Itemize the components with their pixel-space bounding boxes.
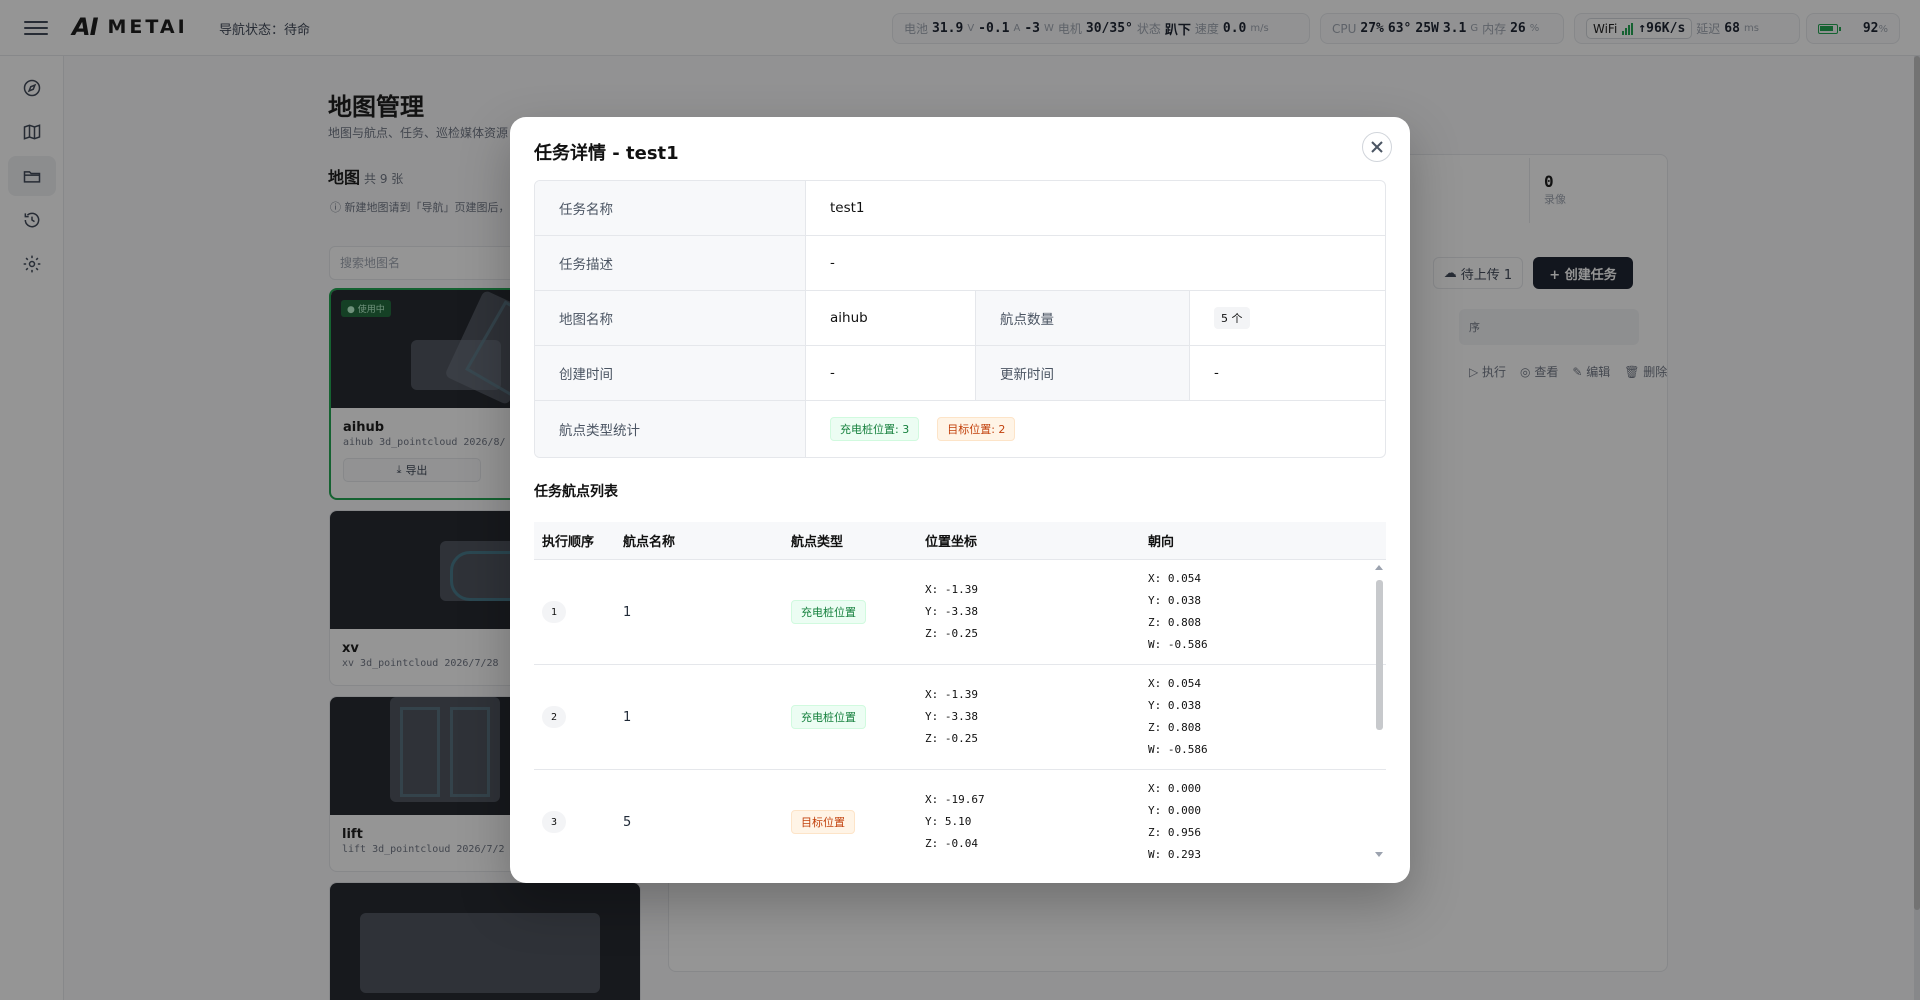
info-row: 任务描述 - — [535, 236, 1385, 291]
task-detail-modal: 任务详情 - test1 任务名称 test1 任务描述 - 地图名称 aihu… — [510, 117, 1410, 883]
position-coords: X: -1.39 Y: -3.38 Z: -0.25 — [925, 579, 1148, 645]
created-value: - — [805, 346, 975, 400]
waypoint-row: 2 1 充电桩位置 X: -1.39 Y: -3.38 Z: -0.25 X: … — [534, 665, 1386, 770]
waypoint-list-title: 任务航点列表 — [534, 484, 618, 500]
scroll-down-icon[interactable] — [1375, 852, 1383, 857]
ori-z: Z: 0.808 — [1148, 721, 1201, 734]
pos-y: Y: 5.10 — [925, 815, 972, 828]
task-name-value: test1 — [805, 181, 1385, 235]
col-position: 位置坐标 — [925, 535, 978, 550]
waypoint-name: 1 — [623, 604, 632, 620]
task-desc-value: - — [805, 236, 1385, 290]
waypoint-count-label: 航点数量 — [975, 291, 1189, 345]
ori-w: W: -0.586 — [1148, 743, 1208, 756]
orientation-values: X: 0.054 Y: 0.038 Z: 0.808 W: -0.586 — [1148, 673, 1368, 761]
close-button[interactable] — [1362, 132, 1392, 162]
map-name-value: aihub — [805, 291, 975, 345]
ori-x: X: 0.000 — [1148, 782, 1201, 795]
table-scrollbar[interactable] — [1374, 562, 1384, 860]
order-badge: 1 — [542, 601, 566, 623]
task-desc-label: 任务描述 — [535, 236, 805, 290]
waypoint-count-badge: 5 个 — [1214, 307, 1250, 329]
ori-y: Y: 0.038 — [1148, 699, 1201, 712]
updated-label: 更新时间 — [975, 346, 1189, 400]
pos-x: X: -19.67 — [925, 793, 985, 806]
ori-z: Z: 0.808 — [1148, 616, 1201, 629]
col-orientation: 朝向 — [1148, 535, 1175, 550]
ori-y: Y: 0.000 — [1148, 804, 1201, 817]
table-scrollbar-thumb[interactable] — [1376, 580, 1383, 730]
target-count-tag: 目标位置: 2 — [937, 417, 1016, 441]
pos-z: Z: -0.04 — [925, 837, 978, 850]
type-stats-label: 航点类型统计 — [535, 401, 805, 457]
charging-count-tag: 充电桩位置: 3 — [830, 417, 920, 441]
task-info-table: 任务名称 test1 任务描述 - 地图名称 aihub 航点数量 5 个 创建… — [534, 180, 1386, 458]
position-coords: X: -19.67 Y: 5.10 Z: -0.04 — [925, 789, 1148, 855]
orientation-values: X: 0.054 Y: 0.038 Z: 0.808 W: -0.586 — [1148, 568, 1368, 656]
pos-x: X: -1.39 — [925, 583, 978, 596]
pos-x: X: -1.39 — [925, 688, 978, 701]
ori-x: X: 0.054 — [1148, 677, 1201, 690]
col-name: 航点名称 — [623, 535, 676, 550]
waypoint-row: 3 5 目标位置 X: -19.67 Y: 5.10 Z: -0.04 X: 0… — [534, 770, 1386, 862]
info-row: 地图名称 aihub 航点数量 5 个 — [535, 291, 1385, 346]
waypoint-type-tag: 目标位置 — [791, 810, 855, 834]
order-badge: 3 — [542, 811, 566, 833]
position-coords: X: -1.39 Y: -3.38 Z: -0.25 — [925, 684, 1148, 750]
updated-value: - — [1189, 346, 1385, 400]
map-name-label: 地图名称 — [535, 291, 805, 345]
pos-y: Y: -3.38 — [925, 605, 978, 618]
ori-x: X: 0.054 — [1148, 572, 1201, 585]
waypoint-name: 1 — [623, 709, 632, 725]
ori-w: W: 0.293 — [1148, 848, 1201, 861]
created-label: 创建时间 — [535, 346, 805, 400]
modal-title: 任务详情 - test1 — [534, 143, 679, 164]
ori-y: Y: 0.038 — [1148, 594, 1201, 607]
col-type: 航点类型 — [791, 535, 844, 550]
pos-y: Y: -3.38 — [925, 710, 978, 723]
scroll-up-icon[interactable] — [1375, 565, 1383, 570]
waypoint-type-tag: 充电桩位置 — [791, 600, 866, 624]
info-row: 航点类型统计 充电桩位置: 3 目标位置: 2 — [535, 401, 1385, 457]
waypoint-table-header: 执行顺序 航点名称 航点类型 位置坐标 朝向 — [534, 522, 1386, 560]
pos-z: Z: -0.25 — [925, 627, 978, 640]
col-order: 执行顺序 — [542, 535, 595, 550]
task-name-label: 任务名称 — [535, 181, 805, 235]
info-row: 创建时间 - 更新时间 - — [535, 346, 1385, 401]
close-icon — [1371, 141, 1383, 153]
waypoint-type-tag: 充电桩位置 — [791, 705, 866, 729]
waypoint-name: 5 — [623, 814, 632, 830]
orientation-values: X: 0.000 Y: 0.000 Z: 0.956 W: 0.293 — [1148, 778, 1368, 862]
info-row: 任务名称 test1 — [535, 181, 1385, 236]
ori-z: Z: 0.956 — [1148, 826, 1201, 839]
waypoint-row: 1 1 充电桩位置 X: -1.39 Y: -3.38 Z: -0.25 X: … — [534, 560, 1386, 665]
pos-z: Z: -0.25 — [925, 732, 978, 745]
waypoint-table: 执行顺序 航点名称 航点类型 位置坐标 朝向 1 1 充电桩位置 X: -1.3… — [534, 522, 1386, 862]
ori-w: W: -0.586 — [1148, 638, 1208, 651]
order-badge: 2 — [542, 706, 566, 728]
